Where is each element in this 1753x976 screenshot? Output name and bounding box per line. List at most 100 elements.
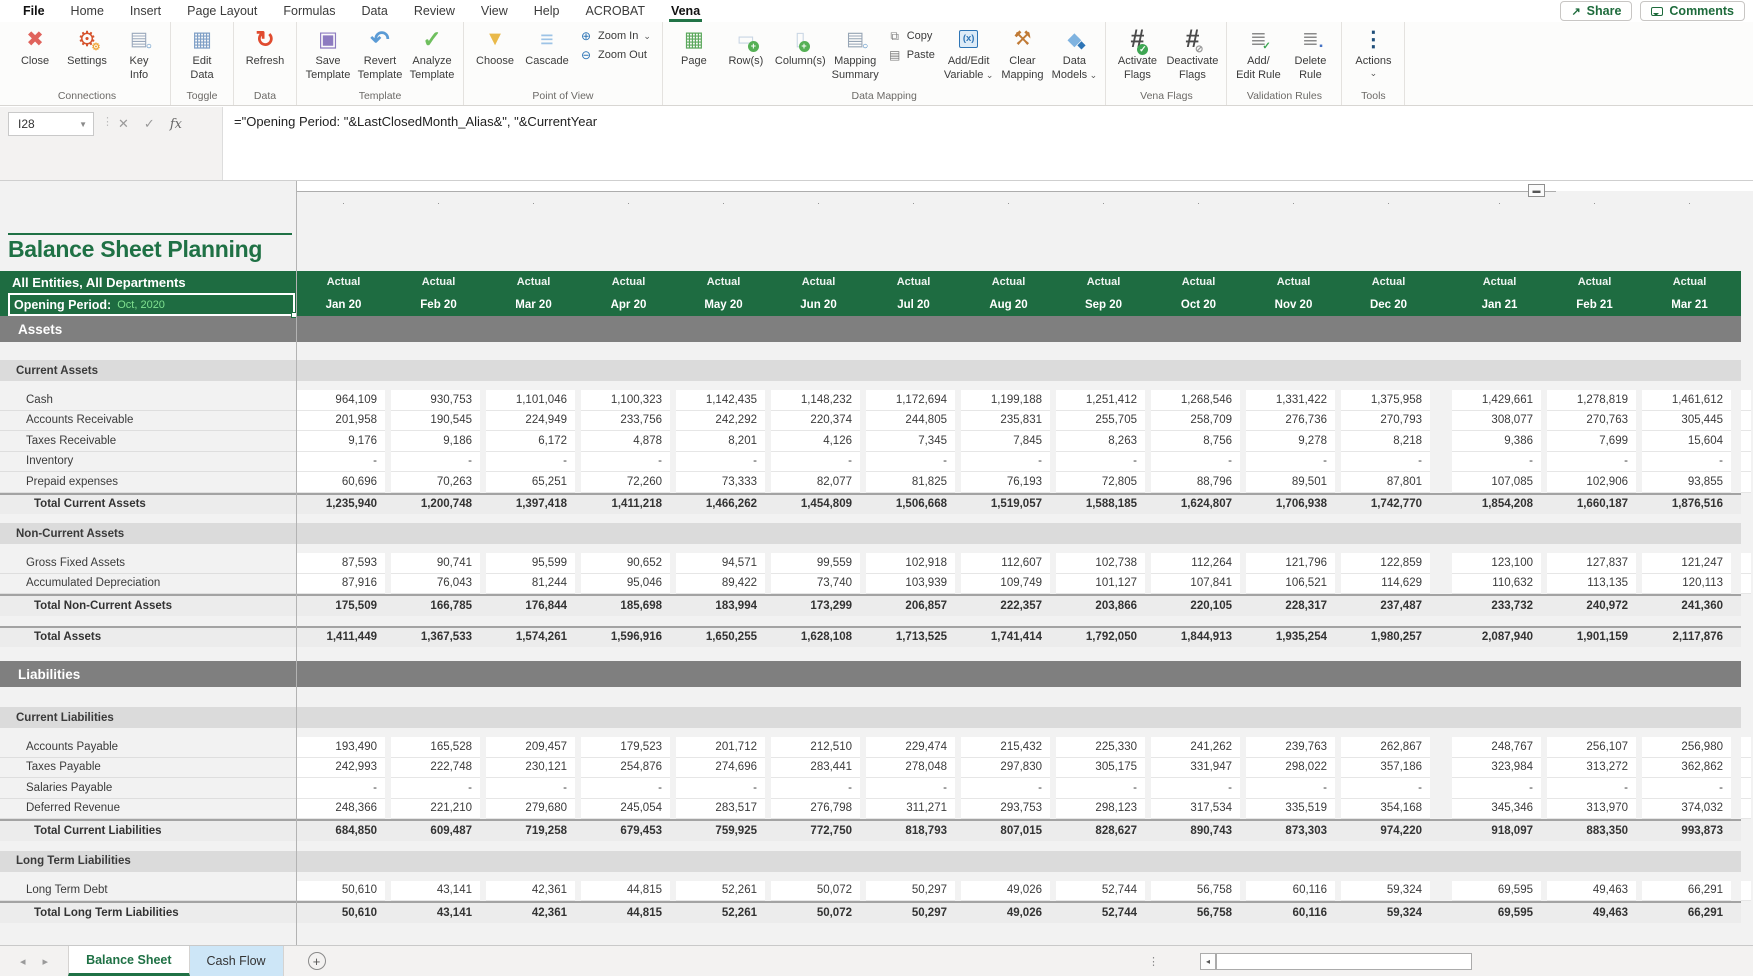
cell[interactable]: 42,361 bbox=[486, 903, 581, 923]
cell[interactable]: 89,501 bbox=[1246, 472, 1335, 493]
cell[interactable]: 173,299 bbox=[771, 596, 866, 616]
cell[interactable]: - bbox=[486, 778, 575, 799]
month-header-cell[interactable]: Mar 21 bbox=[1642, 299, 1737, 311]
cell[interactable]: 81,825 bbox=[866, 472, 955, 493]
cell[interactable]: 1,713,525 bbox=[866, 628, 961, 648]
month-header-cell[interactable]: Aug 20 bbox=[961, 299, 1056, 311]
cell[interactable]: 4,878 bbox=[581, 431, 670, 452]
cell[interactable]: 95,046 bbox=[581, 574, 670, 595]
cell[interactable]: 94,571 bbox=[676, 553, 765, 574]
ribbon-tab-page-layout[interactable]: Page Layout bbox=[174, 0, 270, 22]
page-button[interactable]: ▦Page bbox=[668, 23, 720, 69]
cell[interactable]: 248,366 bbox=[296, 799, 385, 820]
cell[interactable]: - bbox=[1151, 778, 1240, 799]
cell[interactable]: 113,135 bbox=[1547, 574, 1636, 595]
cell[interactable]: 122,859 bbox=[1341, 553, 1430, 574]
cell[interactable]: 44,815 bbox=[581, 903, 676, 923]
cell[interactable]: 1,854,208 bbox=[1452, 495, 1547, 515]
cell[interactable]: 179,523 bbox=[581, 737, 670, 758]
cell[interactable]: 828,627 bbox=[1056, 821, 1151, 841]
cell[interactable]: 175,509 bbox=[296, 596, 391, 616]
cell[interactable]: 190,545 bbox=[391, 411, 480, 432]
chevron-down-icon[interactable]: ▼ bbox=[79, 120, 93, 129]
cell[interactable]: 1,742,770 bbox=[1341, 495, 1436, 515]
cell[interactable]: 69,595 bbox=[1452, 903, 1547, 923]
cell[interactable]: 1,844,913 bbox=[1151, 628, 1246, 648]
cell[interactable]: 193,490 bbox=[296, 737, 385, 758]
cell[interactable]: 59,324 bbox=[1341, 881, 1430, 902]
ribbon-tab-formulas[interactable]: Formulas bbox=[270, 0, 348, 22]
cell[interactable]: 49,463 bbox=[1547, 903, 1642, 923]
cell[interactable]: 102,738 bbox=[1056, 553, 1145, 574]
cell[interactable]: - bbox=[1341, 778, 1430, 799]
cell[interactable]: 8,201 bbox=[676, 431, 765, 452]
cell[interactable]: 7,699 bbox=[1547, 431, 1636, 452]
cell[interactable]: 1,278,819 bbox=[1547, 390, 1636, 411]
cell[interactable]: 242,993 bbox=[296, 758, 385, 779]
ribbon-tab-insert[interactable]: Insert bbox=[117, 0, 174, 22]
cell[interactable]: 1,506,668 bbox=[866, 495, 961, 515]
cell[interactable]: 229,474 bbox=[866, 737, 955, 758]
ribbon-tab-data[interactable]: Data bbox=[348, 0, 400, 22]
cell[interactable]: 311,271 bbox=[866, 799, 955, 820]
cell[interactable]: - bbox=[961, 452, 1050, 473]
cell[interactable]: 270,793 bbox=[1341, 411, 1430, 432]
ribbon-tab-vena[interactable]: Vena bbox=[658, 0, 713, 22]
cell[interactable]: 209,457 bbox=[486, 737, 575, 758]
cell[interactable]: 52,261 bbox=[676, 881, 765, 902]
cell[interactable]: 1,935,254 bbox=[1246, 628, 1341, 648]
analyze-template-button[interactable]: ✓Analyze Template bbox=[406, 23, 458, 83]
cell[interactable]: 276,736 bbox=[1246, 411, 1335, 432]
cell[interactable]: 1,980,257 bbox=[1341, 628, 1436, 648]
formula-input[interactable]: ="Opening Period: "&LastClosedMonth_Alia… bbox=[222, 107, 1753, 180]
month-header-cell[interactable]: Nov 20 bbox=[1246, 299, 1341, 311]
scenario-header-cell[interactable]: Actual bbox=[1341, 276, 1436, 288]
cell[interactable]: 52,744 bbox=[1056, 881, 1145, 902]
cell[interactable]: 258,709 bbox=[1151, 411, 1240, 432]
cell[interactable]: 102,918 bbox=[866, 553, 955, 574]
cell[interactable]: 8,263 bbox=[1056, 431, 1145, 452]
cell[interactable]: - bbox=[296, 778, 385, 799]
cell[interactable]: - bbox=[581, 778, 670, 799]
cell[interactable]: 66,291 bbox=[1642, 881, 1731, 902]
cell[interactable]: 109,749 bbox=[961, 574, 1050, 595]
cell[interactable]: 107,841 bbox=[1151, 574, 1240, 595]
scenario-header-cell[interactable]: Actual bbox=[866, 276, 961, 288]
activate-flags-button[interactable]: #✓Activate Flags bbox=[1111, 23, 1163, 83]
cell[interactable]: 50,297 bbox=[866, 903, 961, 923]
cell[interactable]: 237,487 bbox=[1341, 596, 1436, 616]
cell[interactable]: 50,610 bbox=[296, 903, 391, 923]
scenario-header-cell[interactable]: Actual bbox=[961, 276, 1056, 288]
cell[interactable]: 357,186 bbox=[1341, 758, 1430, 779]
cell[interactable]: 297,830 bbox=[961, 758, 1050, 779]
cell[interactable]: - bbox=[1246, 452, 1335, 473]
cell[interactable]: 66,291 bbox=[1642, 903, 1737, 923]
cell[interactable]: 1,792,050 bbox=[1056, 628, 1151, 648]
cell[interactable]: - bbox=[1452, 452, 1541, 473]
data-models-button[interactable]: ◆◆Data Models ⌄ bbox=[1048, 23, 1100, 83]
cell[interactable]: 89,422 bbox=[676, 574, 765, 595]
cell[interactable]: 308,077 bbox=[1452, 411, 1541, 432]
cell[interactable]: 220,374 bbox=[771, 411, 860, 432]
cell[interactable]: - bbox=[866, 778, 955, 799]
insert-function-icon[interactable]: fx bbox=[170, 117, 182, 132]
cascade-button[interactable]: ≡Cascade bbox=[521, 23, 573, 69]
scenario-header-cell[interactable]: Actual bbox=[391, 276, 486, 288]
cell[interactable]: 1,268,546 bbox=[1151, 390, 1240, 411]
cell[interactable]: 1,101,046 bbox=[486, 390, 575, 411]
month-header-cell[interactable]: Feb 21 bbox=[1547, 299, 1642, 311]
cell[interactable]: 283,517 bbox=[676, 799, 765, 820]
cell[interactable]: 107,085 bbox=[1452, 472, 1541, 493]
cell[interactable]: 90,741 bbox=[391, 553, 480, 574]
cell[interactable]: 185,698 bbox=[581, 596, 676, 616]
cell[interactable]: 176,844 bbox=[486, 596, 581, 616]
cell[interactable]: 323,984 bbox=[1452, 758, 1541, 779]
ribbon-tab-home[interactable]: Home bbox=[58, 0, 117, 22]
refresh-button[interactable]: ↻Refresh bbox=[239, 23, 291, 69]
cell[interactable]: 56,758 bbox=[1151, 903, 1246, 923]
cell[interactable]: 8,218 bbox=[1341, 431, 1430, 452]
cell[interactable]: 43,141 bbox=[391, 903, 486, 923]
choose-button[interactable]: ▼Choose bbox=[469, 23, 521, 69]
cell[interactable]: 233,732 bbox=[1452, 596, 1547, 616]
cell[interactable]: - bbox=[676, 452, 765, 473]
